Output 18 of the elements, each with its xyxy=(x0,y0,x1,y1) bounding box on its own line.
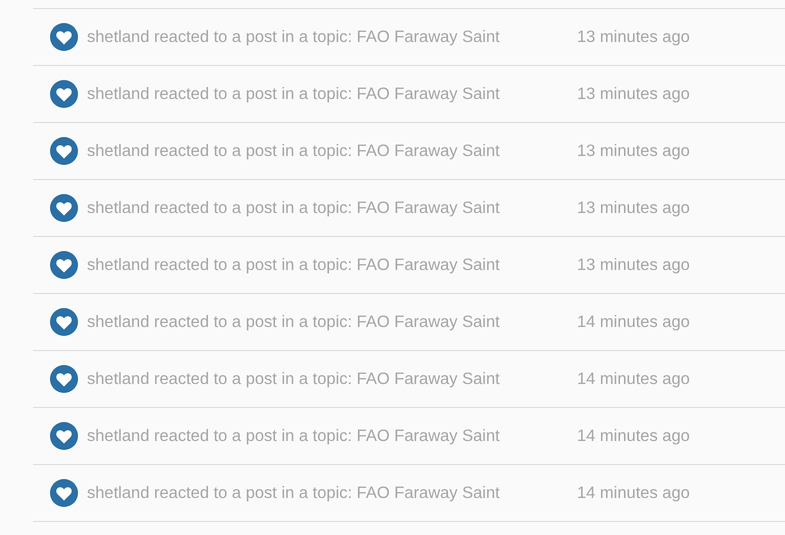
timestamp: 13 minutes ago xyxy=(577,28,690,46)
timestamp: 14 minutes ago xyxy=(577,370,690,388)
notification-text[interactable]: shetland reacted to a post in a topic: FAO Faraway Saint xyxy=(87,84,577,104)
timestamp: 14 minutes ago xyxy=(577,312,690,332)
timestamp: 13 minutes ago xyxy=(577,142,690,160)
timestamp: 14 minutes ago xyxy=(577,426,690,446)
timestamp: 13 minutes ago xyxy=(577,84,690,104)
notification-text[interactable]: shetland reacted to a post in a topic: FAO Faraway Saint xyxy=(87,370,577,388)
timestamp: 13 minutes ago xyxy=(577,198,690,218)
notification-text[interactable]: shetland reacted to a post in a topic: FAO Faraway Saint xyxy=(87,484,577,502)
notification-text[interactable]: shetland reacted to a post in a topic: FAO Faraway Saint xyxy=(87,256,577,274)
notification-text[interactable]: shetland reacted to a post in a topic: FAO Faraway Saint xyxy=(87,312,577,332)
timestamp: 14 minutes ago xyxy=(577,484,690,502)
notification-text[interactable]: shetland reacted to a post in a topic: FAO Faraway Saint xyxy=(87,28,577,46)
notification-text[interactable]: shetland reacted to a post in a topic: FAO Faraway Saint xyxy=(87,198,577,218)
timestamp: 13 minutes ago xyxy=(577,256,690,274)
notification-text[interactable]: shetland reacted to a post in a topic: FAO Faraway Saint xyxy=(87,426,577,446)
notification-text[interactable]: shetland reacted to a post in a topic: FAO Faraway Saint xyxy=(87,142,577,160)
